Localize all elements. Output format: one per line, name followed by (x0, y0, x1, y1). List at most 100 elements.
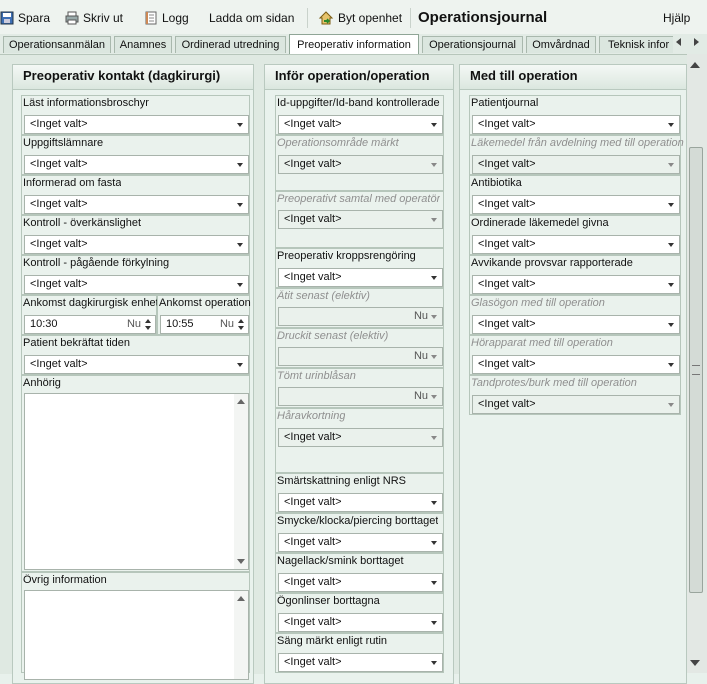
tab-operationsjournal[interactable]: Operationsjournal (422, 36, 523, 53)
tab-omvardnad[interactable]: Omvårdnad (526, 36, 596, 53)
tab-scroll-left-icon[interactable] (676, 38, 681, 46)
field-antibiotics: Antibiotika <Inget valt> (469, 175, 681, 215)
field-allergy: Kontroll - överkänslighet <Inget valt> (21, 215, 250, 255)
bed-marked-select[interactable]: <Inget valt> (278, 653, 443, 672)
id-checked-select[interactable]: <Inget valt> (278, 115, 443, 134)
journal-select[interactable]: <Inget valt> (472, 115, 680, 134)
tab-teknisk-information[interactable]: Teknisk infor (599, 36, 675, 53)
chevron-down-icon (668, 363, 674, 367)
bladder-input: Nu (278, 387, 443, 406)
field-hair-removal: Håravkortning <Inget valt> (275, 408, 444, 473)
spin-up-icon[interactable] (238, 319, 244, 323)
tab-scroll-right-icon[interactable] (694, 38, 699, 46)
spin-down-icon[interactable] (238, 326, 244, 330)
field-label: Patientjournal (471, 97, 539, 109)
chevron-down-icon (668, 283, 674, 287)
select-value: <Inget valt> (284, 616, 342, 628)
patient-confirmed-select[interactable]: <Inget valt> (24, 355, 249, 374)
change-unit-button[interactable]: Byt openhet (318, 9, 402, 27)
scroll-up-icon[interactable] (237, 596, 245, 601)
drugs-from-ward-select: <Inget valt> (472, 155, 680, 174)
change-unit-label: Byt openhet (338, 11, 403, 25)
deviating-tests-select[interactable]: <Inget valt> (472, 275, 680, 294)
log-button[interactable]: Logg (144, 9, 189, 27)
lenses-select[interactable]: <Inget valt> (278, 613, 443, 632)
help-link[interactable]: Hjälp (663, 11, 690, 25)
time-spinner[interactable] (237, 318, 245, 331)
scrollbar-thumb[interactable] (689, 147, 703, 593)
other-info-textarea[interactable] (24, 590, 249, 680)
pain-nrs-select[interactable]: <Inget valt> (278, 493, 443, 512)
allergy-select[interactable]: <Inget valt> (24, 235, 249, 254)
field-preop-talk: Preoperativt samtal med operatör <Inget … (275, 191, 444, 248)
chevron-down-icon (668, 163, 674, 167)
hearing-aid-select[interactable]: <Inget valt> (472, 355, 680, 374)
scroll-up-icon[interactable] (690, 62, 700, 68)
field-prescribed-given: Ordinerade läkemedel givna <Inget valt> (469, 215, 681, 255)
select-value: <Inget valt> (478, 118, 536, 130)
select-value: <Inget valt> (30, 118, 88, 130)
arrival-operation-time-input[interactable]: 10:55 Nu (160, 315, 249, 334)
tab-operationsanmalan[interactable]: Operationsanmälan (3, 36, 111, 53)
body-cleaning-select[interactable]: <Inget valt> (278, 268, 443, 287)
chevron-down-icon (237, 283, 243, 287)
relative-textarea[interactable] (24, 393, 249, 570)
select-value: <Inget valt> (478, 238, 536, 250)
tab-anamnes[interactable]: Anamnes (114, 36, 172, 53)
cold-select[interactable]: <Inget valt> (24, 275, 249, 294)
field-label: Avvikande provsvar rapporterade (471, 257, 633, 269)
select-value: <Inget valt> (30, 198, 88, 210)
field-nail-polish: Nagellack/smink borttaget <Inget valt> (275, 553, 444, 593)
select-value: <Inget valt> (284, 158, 342, 170)
textarea-scrollbar[interactable] (234, 591, 248, 679)
tab-preoperativ-information[interactable]: Preoperativ information (289, 34, 419, 54)
now-label: Nu (413, 310, 428, 322)
field-label: Ordinerade läkemedel givna (471, 217, 609, 229)
field-label: Druckit senast (elektiv) (277, 330, 389, 342)
save-button[interactable]: Spara (0, 9, 50, 27)
prescribed-given-select[interactable]: <Inget valt> (472, 235, 680, 254)
spin-down-icon[interactable] (145, 326, 151, 330)
field-label: Nagellack/smink borttaget (277, 555, 404, 567)
arrival-unit-time-input[interactable]: 10:30 Nu (24, 315, 156, 334)
field-label: Patient bekräftat tiden (23, 337, 131, 349)
nail-polish-select[interactable]: <Inget valt> (278, 573, 443, 592)
reload-label: Ladda om sidan (209, 11, 295, 25)
panel-header: Inför operation/operation (265, 65, 453, 90)
now-label[interactable]: Nu (220, 316, 234, 333)
scroll-up-icon[interactable] (237, 399, 245, 404)
field-drank-latest: Druckit senast (elektiv) Nu (275, 328, 444, 368)
field-hearing-aid: Hörapparat med till operation <Inget val… (469, 335, 681, 375)
field-informant: Uppgiftslämnare <Inget valt> (21, 135, 250, 175)
scroll-down-icon[interactable] (690, 660, 700, 666)
toolbar-divider (410, 8, 411, 28)
brochure-select[interactable]: <Inget valt> (24, 115, 249, 134)
chevron-down-icon (431, 315, 437, 319)
informant-select[interactable]: <Inget valt> (24, 155, 249, 174)
field-ate-latest: Ätit senast (elektiv) Nu (275, 288, 444, 328)
field-label: Hörapparat med till operation (471, 337, 613, 349)
antibiotics-select[interactable]: <Inget valt> (472, 195, 680, 214)
spin-up-icon[interactable] (145, 319, 151, 323)
print-button[interactable]: Skriv ut (65, 9, 123, 27)
fasting-select[interactable]: <Inget valt> (24, 195, 249, 214)
glasses-select[interactable]: <Inget valt> (472, 315, 680, 334)
chevron-down-icon (431, 395, 437, 399)
time-spinner[interactable] (144, 318, 152, 331)
tab-ordinerad-utredning[interactable]: Ordinerad utredning (175, 36, 286, 53)
scroll-down-icon[interactable] (237, 559, 245, 564)
field-label: Håravkortning (277, 410, 346, 422)
toolbar-divider (307, 8, 308, 28)
now-label[interactable]: Nu (127, 316, 141, 333)
chevron-down-icon (431, 218, 437, 222)
reload-button[interactable]: Ladda om sidan (209, 9, 294, 27)
jewelry-select[interactable]: <Inget valt> (278, 533, 443, 552)
field-label: Läkemedel från avdelning med till operat… (471, 137, 684, 149)
textarea-scrollbar[interactable] (234, 394, 248, 569)
grip-icon (692, 365, 700, 375)
print-label: Skriv ut (83, 11, 124, 25)
field-label: Ögonlinser borttagna (277, 595, 380, 607)
main-scrollbar[interactable] (687, 54, 707, 673)
chevron-down-icon (431, 276, 437, 280)
select-value: <Inget valt> (478, 398, 536, 410)
